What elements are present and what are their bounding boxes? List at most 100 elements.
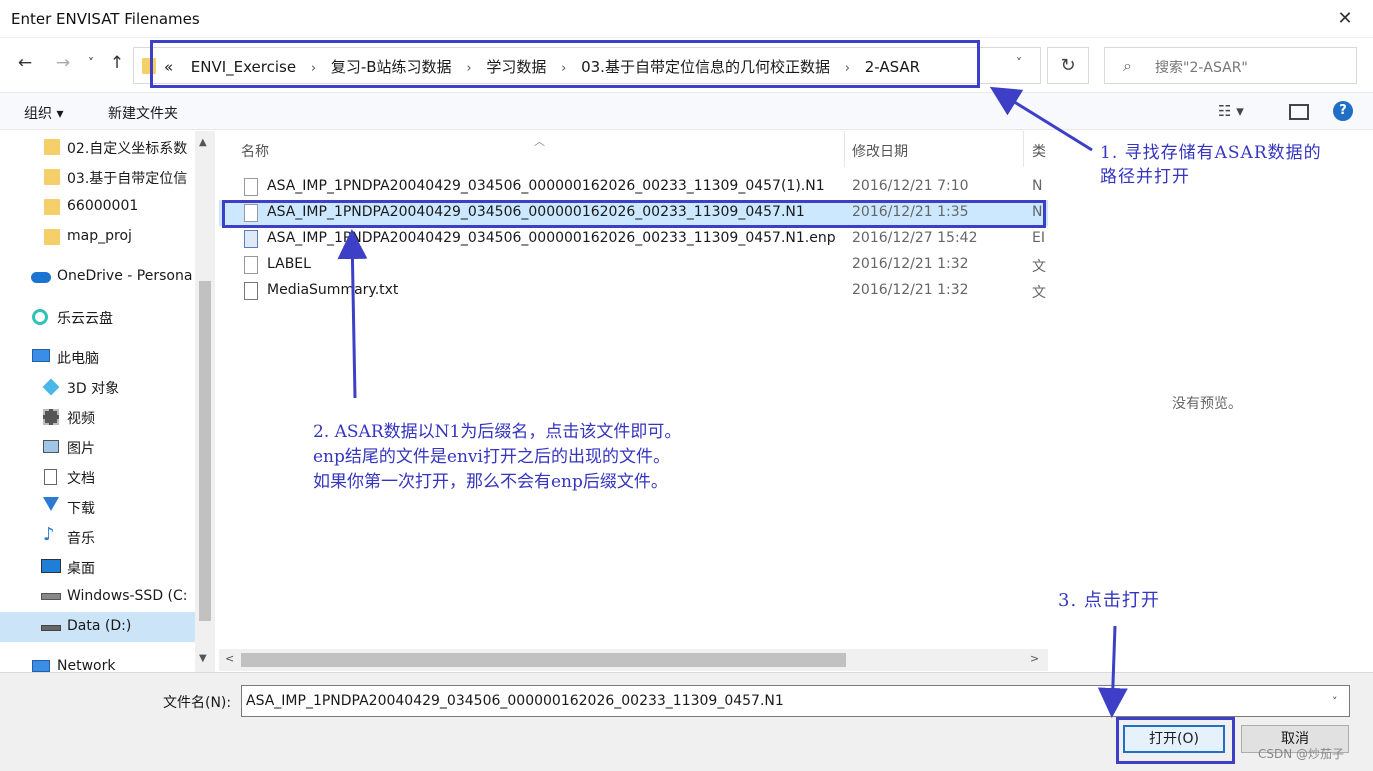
annotation-step-2: 2. ASAR数据以N1为后缀名，点击该文件即可。 enp结尾的文件是envi打… [313,420,681,495]
file-name: MediaSummary.txt [267,282,399,298]
cube-icon [42,378,60,396]
close-icon[interactable]: ✕ [1328,4,1362,34]
file-row[interactable]: MediaSummary.txt 2016/12/21 1:32 文 [219,278,1048,304]
sidebar-item-label: Windows-SSD (C: [67,588,188,604]
folder-icon [44,229,60,245]
sidebar-item-label: 文档 [67,471,95,487]
sort-arrow-icon: ︿ [534,135,545,148]
file-type: N [1032,178,1043,194]
scroll-right-icon[interactable]: > [1030,652,1039,665]
sidebar-item-label: OneDrive - Persona [57,268,193,284]
video-icon [43,409,59,425]
scroll-up-icon[interactable]: ▲ [199,137,207,148]
scroll-down-icon[interactable]: ▼ [199,653,207,664]
annotation-highlight-file [222,200,1046,228]
command-toolbar: 组织 ▾ 新建文件夹 ☷ ▾ ? [0,92,1373,130]
sidebar-item[interactable]: 02.自定义坐标系数 [0,132,196,162]
sidebar-item-onedrive[interactable]: OneDrive - Persona [0,262,196,292]
view-options-icon[interactable]: ☷ ▾ [1218,102,1244,120]
recent-locations-icon[interactable]: ˅ [80,52,102,74]
preview-pane-icon[interactable] [1289,104,1309,120]
window-title: Enter ENVISAT Filenames [11,10,200,28]
file-type: EI [1032,230,1045,246]
sidebar-item-label: 此电脑 [57,351,99,367]
sidebar-item[interactable]: map_proj [0,222,196,252]
sidebar-item[interactable]: 66000001 [0,192,196,222]
folder-icon [44,199,60,215]
sidebar-item-drive-c[interactable]: Windows-SSD (C: [0,582,196,612]
file-icon [244,256,258,274]
file-name: LABEL [267,256,311,272]
forward-arrow-icon[interactable]: → [52,52,74,74]
column-header-date[interactable]: 修改日期 [852,141,908,177]
annotation-step-3: 3. 点击打开 [1058,590,1160,611]
sidebar-item-label: map_proj [67,228,132,244]
sidebar-item-label: 3D 对象 [67,381,120,397]
column-header-name[interactable]: 名称 [241,141,269,177]
annotation-text: 1. 寻找存储有ASAR数据的 [1100,143,1322,163]
enp-file-icon [244,230,258,248]
new-folder-button[interactable]: 新建文件夹 [108,103,178,123]
sidebar-item-music[interactable]: ♪ 音乐 [0,522,196,552]
file-type: 文 [1032,259,1046,275]
annotation-text: 如果你第一次打开，那么不会有enp后缀文件。 [313,472,668,492]
sidebar-item-documents[interactable]: 文档 [0,462,196,492]
annotation-highlight-address [150,40,980,88]
address-dropdown-icon[interactable]: ˅ [1016,56,1022,70]
organize-button[interactable]: 组织 ▾ [24,103,63,123]
column-divider[interactable] [1023,131,1024,167]
sidebar-item-label: 乐云云盘 [57,311,113,327]
scrollbar-thumb[interactable] [199,281,211,621]
no-preview-text: 没有预览。 [1172,396,1242,412]
title-bar: Enter ENVISAT Filenames ✕ [0,0,1373,38]
scroll-left-icon[interactable]: < [225,652,234,665]
sidebar-item-this-pc[interactable]: 此电脑 [0,342,196,372]
sidebar-item-label: 视频 [67,411,95,427]
sidebar-item-label: 02.自定义坐标系数 [67,141,188,157]
filename-input[interactable]: ASA_IMP_1PNDPA20040429_034506_0000001620… [241,685,1350,717]
sidebar-item-cloud-drive[interactable]: 乐云云盘 [0,302,196,332]
sidebar-scrollbar[interactable]: ▲ ▼ [195,131,215,673]
picture-icon [43,440,59,453]
sidebar-item-videos[interactable]: 视频 [0,402,196,432]
sidebar-item-downloads[interactable]: 下载 [0,492,196,522]
search-box[interactable]: ⌕ 搜索"2-ASAR" [1104,47,1357,84]
watermark: CSDN @炒茄子 [1258,747,1345,761]
drive-icon [41,625,61,631]
sidebar-item-desktop[interactable]: 桌面 [0,552,196,582]
network-icon [32,660,50,672]
file-row[interactable]: LABEL 2016/12/21 1:32 文 [219,252,1048,278]
sidebar-item-drive-d[interactable]: Data (D:) [0,612,196,642]
folder-icon [44,139,60,155]
horizontal-scrollbar[interactable]: < > [219,649,1048,671]
sidebar-item-network[interactable]: Network [0,652,196,673]
column-header-type[interactable]: 类 [1032,141,1046,177]
text-file-icon [244,282,258,300]
annotation-highlight-open [1116,717,1235,764]
sidebar-item-label: 图片 [67,441,95,457]
help-icon[interactable]: ? [1333,101,1353,121]
back-arrow-icon[interactable]: ← [14,52,36,74]
sidebar-item[interactable]: 03.基于自带定位信 [0,162,196,192]
file-name: ASA_IMP_1PNDPA20040429_034506_0000001620… [267,230,836,246]
filename-dropdown-icon[interactable]: ˅ [1332,695,1338,708]
scrollbar-thumb[interactable] [241,653,846,667]
file-name: ASA_IMP_1PNDPA20040429_034506_0000001620… [267,178,825,194]
column-divider[interactable] [844,131,845,167]
navigation-pane: 02.自定义坐标系数 03.基于自带定位信 66000001 map_proj … [0,131,215,673]
document-icon [44,469,57,485]
file-row[interactable]: ASA_IMP_1PNDPA20040429_034506_0000001620… [219,174,1048,200]
sidebar-item-label: 音乐 [67,531,95,547]
filename-label: 文件名(N): [163,695,232,711]
cloud-icon [31,272,51,283]
up-folder-icon[interactable]: ↑ [106,52,128,74]
music-icon: ♪ [43,524,55,545]
sidebar-item-label: 03.基于自带定位信 [67,171,188,187]
sidebar-item-3d[interactable]: 3D 对象 [0,372,196,402]
refresh-button[interactable]: ↻ [1047,47,1089,84]
file-type: 文 [1032,285,1046,301]
sidebar-item-pictures[interactable]: 图片 [0,432,196,462]
file-row[interactable]: ASA_IMP_1PNDPA20040429_034506_0000001620… [219,226,1048,252]
annotation-text: 2. ASAR数据以N1为后缀名，点击该文件即可。 [313,422,682,442]
annotation-step-1: 1. 寻找存储有ASAR数据的 路径并打开 [1100,141,1322,189]
